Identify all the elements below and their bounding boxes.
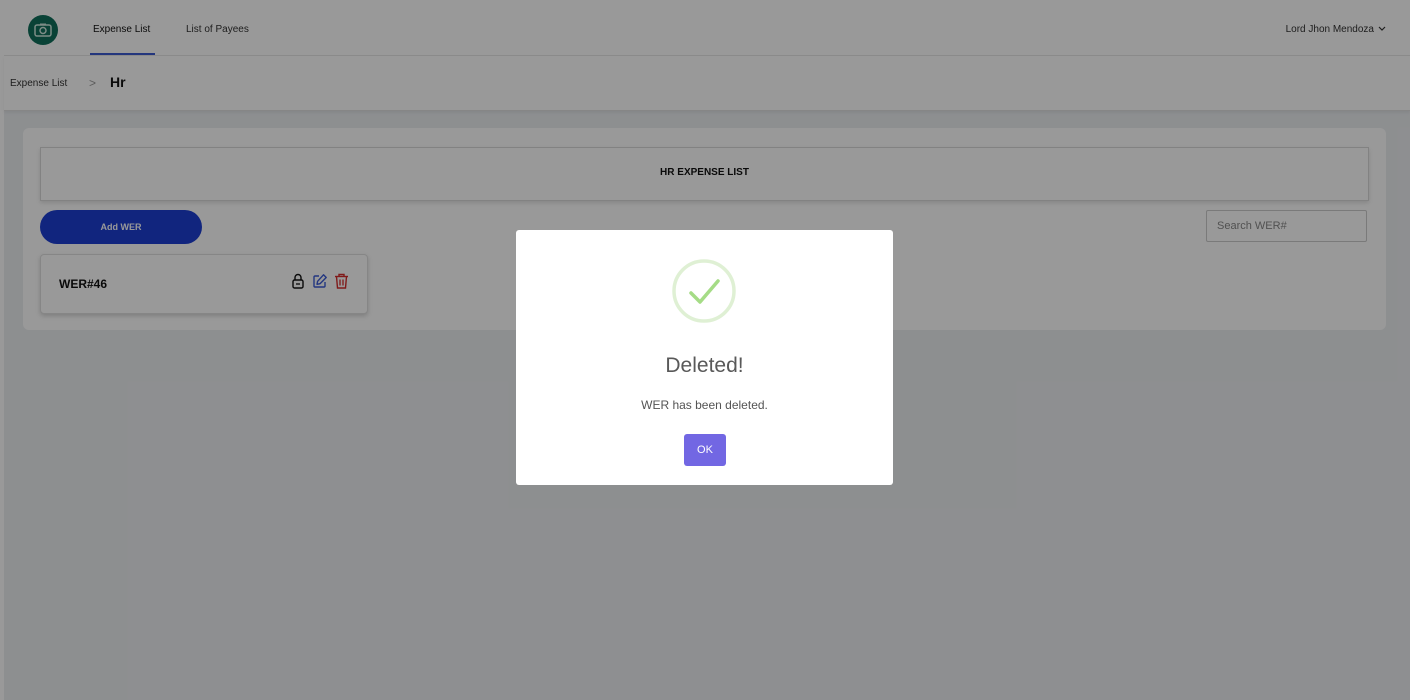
page: Expense List List of Payees Lord Jhon Me… (0, 0, 1410, 700)
success-dialog: Deleted! WER has been deleted. OK (516, 230, 893, 485)
dialog-title: Deleted! (665, 354, 744, 377)
ok-button[interactable]: OK (684, 434, 726, 466)
dialog-message: WER has been deleted. (641, 398, 768, 412)
success-check-icon (672, 259, 736, 323)
